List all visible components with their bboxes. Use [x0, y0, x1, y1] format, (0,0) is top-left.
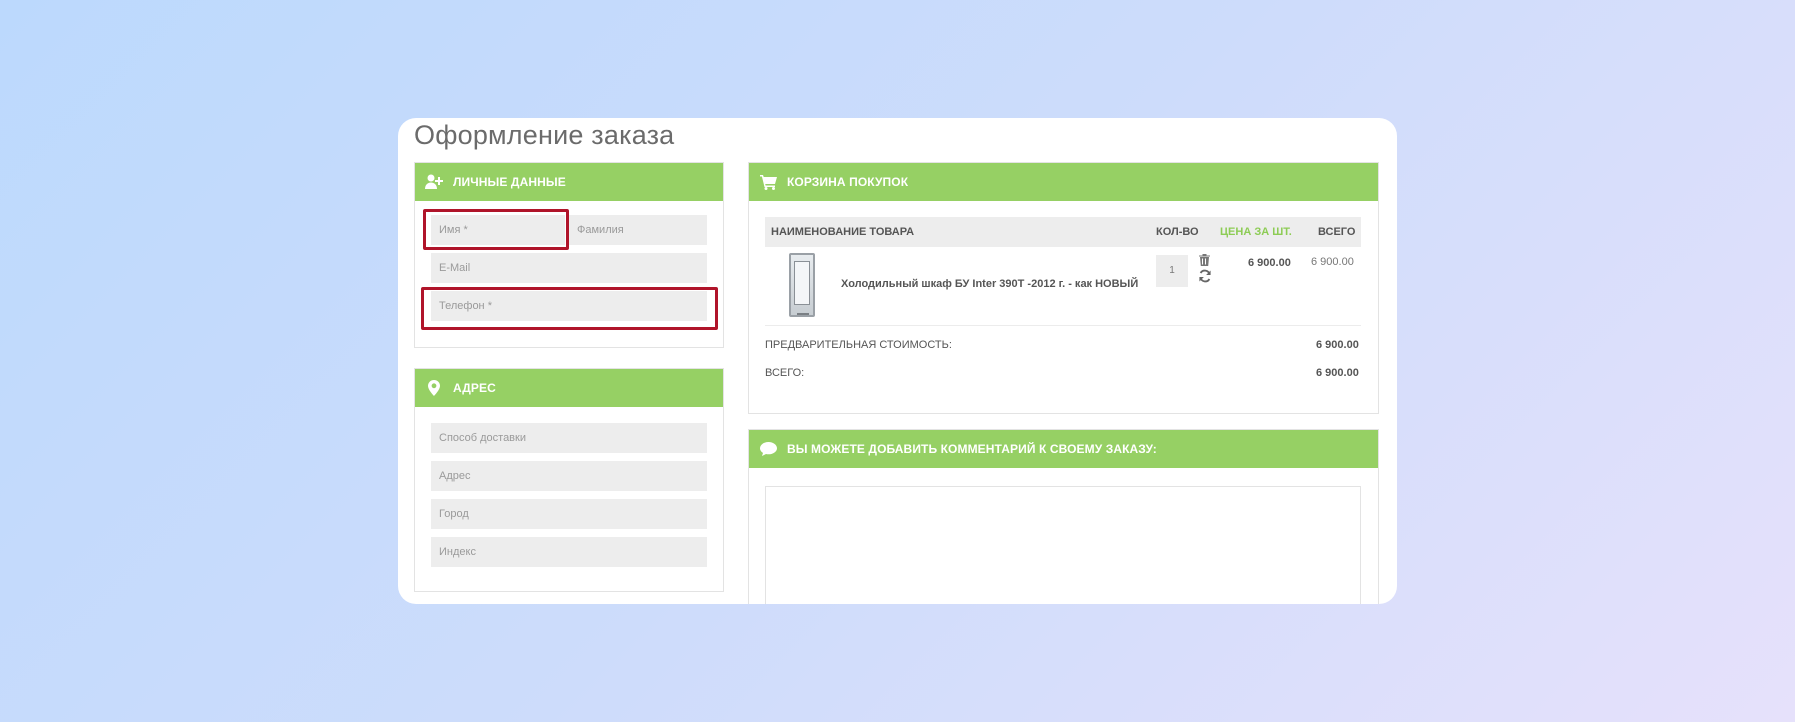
column-price: ЦЕНА ЗА ШТ.	[1220, 226, 1292, 238]
trash-icon[interactable]	[1199, 253, 1211, 266]
cart-table-header: НАИМЕНОВАНИЕ ТОВАРА КОЛ-ВО ЦЕНА ЗА ШТ. В…	[765, 217, 1361, 247]
first-name-highlight	[423, 209, 569, 250]
index-field[interactable]: Индекс	[431, 537, 707, 567]
phone-highlight	[421, 287, 718, 330]
comment-textarea[interactable]	[765, 486, 1361, 604]
checkout-card: Оформление заказа ЛИЧНЫЕ ДАННЫЕ Имя * Фа…	[398, 118, 1397, 604]
column-qty: КОЛ-ВО	[1156, 226, 1199, 238]
address-header: АДРЕС	[415, 369, 723, 407]
address-title: АДРЕС	[453, 381, 496, 395]
city-field[interactable]: Город	[431, 499, 707, 529]
grand-total-label: ВСЕГО:	[765, 367, 805, 379]
personal-data-header: ЛИЧНЫЕ ДАННЫЕ	[415, 163, 723, 201]
subtotal-value: 6 900.00	[1316, 339, 1359, 351]
column-name: НАИМЕНОВАНИЕ ТОВАРА	[771, 226, 915, 238]
page-title: Оформление заказа	[414, 120, 675, 150]
product-total: 6 900.00	[1311, 256, 1354, 268]
background: Оформление заказа ЛИЧНЫЕ ДАННЫЕ Имя * Фа…	[0, 0, 1795, 722]
refresh-icon[interactable]	[1198, 269, 1212, 283]
cart-title: КОРЗИНА ПОКУПОК	[787, 175, 909, 189]
product-image[interactable]	[789, 253, 815, 317]
personal-data-panel: ЛИЧНЫЕ ДАННЫЕ Имя * Фамилия E-Mail Телеф…	[414, 162, 724, 348]
personal-data-title: ЛИЧНЫЕ ДАННЫЕ	[453, 175, 566, 189]
user-plus-icon	[425, 173, 443, 191]
comment-header: ВЫ МОЖЕТЕ ДОБАВИТЬ КОММЕНТАРИЙ К СВОЕМУ …	[749, 430, 1378, 468]
product-name[interactable]: Холодильный шкаф БУ Inter 390Т -2012 г. …	[841, 278, 1138, 290]
last-name-field[interactable]: Фамилия	[569, 215, 707, 245]
delivery-method-field[interactable]: Способ доставки	[431, 423, 707, 453]
email-field[interactable]: E-Mail	[431, 253, 707, 283]
cart-panel: КОРЗИНА ПОКУПОК НАИМЕНОВАНИЕ ТОВАРА КОЛ-…	[748, 162, 1379, 414]
shopping-cart-icon	[759, 173, 777, 191]
map-marker-icon	[425, 379, 443, 397]
comment-panel: ВЫ МОЖЕТЕ ДОБАВИТЬ КОММЕНТАРИЙ К СВОЕМУ …	[748, 429, 1379, 604]
cart-divider	[765, 325, 1361, 326]
comment-icon	[759, 440, 777, 458]
product-price: 6 900.00	[1248, 257, 1291, 269]
grand-total-value: 6 900.00	[1316, 367, 1359, 379]
address-panel: АДРЕС Способ доставки Адрес Город Индекс	[414, 368, 724, 592]
column-total: ВСЕГО	[1318, 226, 1356, 238]
quantity-input[interactable]: 1	[1156, 255, 1188, 287]
address-field[interactable]: Адрес	[431, 461, 707, 491]
subtotal-label: ПРЕДВАРИТЕЛЬНАЯ СТОИМОСТЬ:	[765, 339, 952, 351]
comment-title: ВЫ МОЖЕТЕ ДОБАВИТЬ КОММЕНТАРИЙ К СВОЕМУ …	[787, 442, 1157, 456]
cart-header: КОРЗИНА ПОКУПОК	[749, 163, 1378, 201]
